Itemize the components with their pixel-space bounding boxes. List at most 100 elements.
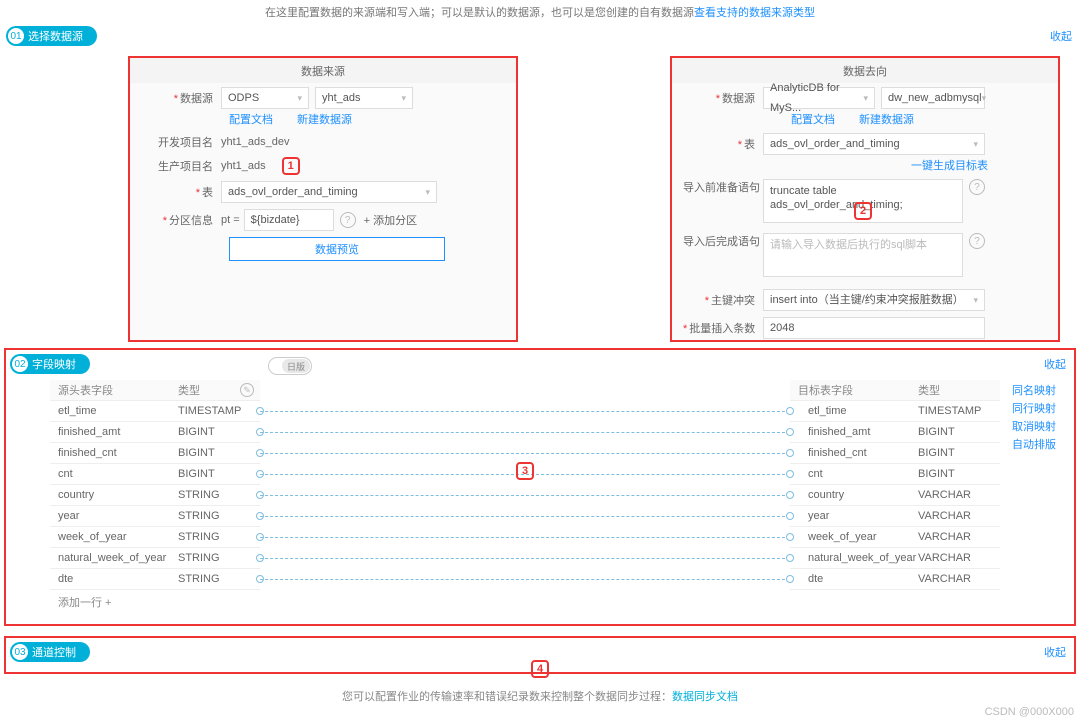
mapping-add-row[interactable]: 添加一行 + (50, 590, 260, 614)
connector-dot[interactable] (786, 407, 794, 415)
source-ds-name-select[interactable]: yht_ads▾ (315, 87, 413, 109)
chevron-down-icon: ▾ (425, 182, 430, 202)
field-type: VARCHAR (918, 573, 1000, 585)
connector-dot[interactable] (786, 491, 794, 499)
target-post-textarea[interactable]: 请输入导入数据后执行的sql脚本 (763, 233, 963, 277)
table-row[interactable]: countryVARCHAR (790, 485, 1000, 506)
source-link-cfg[interactable]: 配置文档 (229, 111, 273, 127)
action-cancel[interactable]: 取消映射 (1012, 418, 1060, 436)
chevron-down-icon: ▾ (863, 88, 868, 108)
mapping-line (260, 506, 790, 527)
source-devproj-val: yht1_ads_dev (221, 136, 290, 148)
top-hint-text: 在这里配置数据的来源端和写入端；可以是默认的数据源，也可以是您创建的自有数据源 (265, 7, 694, 19)
field-type: BIGINT (178, 447, 260, 459)
action-same-name[interactable]: 同名映射 (1012, 382, 1060, 400)
table-row[interactable]: yearVARCHAR (790, 506, 1000, 527)
bottom-hint-link[interactable]: 数据同步文档 (672, 691, 738, 703)
table-row[interactable]: finished_amtBIGINT (50, 422, 260, 443)
table-row[interactable]: finished_amtBIGINT (790, 422, 1000, 443)
field-name: country (58, 489, 178, 501)
source-ds-label: 数据源 (141, 90, 221, 106)
step-02-section: 02 字段映射 收起 日版 源头表字段 类型 ✎ etl_timeTIMESTA… (4, 348, 1076, 626)
target-batch-input[interactable]: 2048 (763, 317, 985, 339)
mapping-line (260, 548, 790, 569)
connector-dot[interactable] (786, 428, 794, 436)
source-ds-type-select[interactable]: ODPS▾ (221, 87, 309, 109)
target-link-gen[interactable]: 一键生成目标表 (911, 157, 988, 173)
help-icon[interactable]: ? (969, 179, 985, 195)
target-card: 数据去向 数据源 AnalyticDB for MyS...▾ dw_new_a… (670, 56, 1060, 342)
source-table-select[interactable]: ads_ovl_order_and_timing▾ (221, 181, 437, 203)
table-row[interactable]: yearSTRING (50, 506, 260, 527)
bottom-hint: 您可以配置作业的传输速率和错误纪录数来控制整个数据同步过程：数据同步文档 (0, 684, 1080, 706)
table-row[interactable]: natural_week_of_yearSTRING (50, 548, 260, 569)
step-02-collapse[interactable]: 收起 (1044, 356, 1070, 372)
right-head-name: 目标表字段 (798, 382, 918, 398)
field-type: STRING (178, 573, 260, 585)
step-02-num: 02 (12, 356, 28, 372)
source-preview-button[interactable]: 数据预览 (229, 237, 445, 261)
step-03-collapse[interactable]: 收起 (1044, 644, 1070, 660)
mapping-switch-label: 日版 (282, 359, 310, 373)
help-icon[interactable]: ? (969, 233, 985, 249)
source-part-add[interactable]: + 添加分区 (364, 212, 417, 228)
target-pre-textarea[interactable]: truncate table ads_ovl_order_and_timing;… (763, 179, 963, 223)
table-row[interactable]: week_of_yearSTRING (50, 527, 260, 548)
connector-dot[interactable] (786, 554, 794, 562)
step-01-header: 01 选择数据源 收起 (6, 26, 1076, 46)
mapping-connector: 3 (260, 380, 790, 614)
edit-icon[interactable]: ✎ (240, 383, 254, 397)
connector-dot[interactable] (786, 533, 794, 541)
mapping-line (260, 485, 790, 506)
field-name: dte (798, 573, 918, 585)
target-link-cfg[interactable]: 配置文档 (791, 111, 835, 127)
target-ds-name-select[interactable]: dw_new_adbmysql▾ (881, 87, 985, 109)
badge-1: 1 (282, 157, 300, 175)
action-auto-layout[interactable]: 自动排版 (1012, 436, 1060, 454)
connector-dot[interactable] (786, 470, 794, 478)
top-hint-link[interactable]: 查看支持的数据来源类型 (694, 7, 815, 19)
mapping-line (260, 401, 790, 422)
table-row[interactable]: dteVARCHAR (790, 569, 1000, 590)
mapping-left-table: 源头表字段 类型 ✎ etl_timeTIMESTAMPfinished_amt… (50, 380, 260, 614)
target-ds-type-select[interactable]: AnalyticDB for MyS...▾ (763, 87, 875, 109)
connector-dot[interactable] (786, 575, 794, 583)
target-link-new[interactable]: 新建数据源 (859, 111, 914, 127)
mapping-switch[interactable]: 日版 (268, 357, 312, 375)
field-name: year (798, 510, 918, 522)
table-row[interactable]: finished_cntBIGINT (50, 443, 260, 464)
source-part-input[interactable]: ${bizdate} (244, 209, 334, 231)
step-01-collapse[interactable]: 收起 (1050, 28, 1076, 44)
connector-dot[interactable] (786, 512, 794, 520)
table-row[interactable]: etl_timeTIMESTAMP (50, 401, 260, 422)
help-icon[interactable]: ? (340, 212, 356, 228)
table-row[interactable]: natural_week_of_yearVARCHAR (790, 548, 1000, 569)
action-same-row[interactable]: 同行映射 (1012, 400, 1060, 418)
table-row[interactable]: dteSTRING (50, 569, 260, 590)
source-devproj-label: 开发项目名 (141, 134, 221, 150)
field-name: finished_amt (798, 426, 918, 438)
field-type: BIGINT (918, 468, 1000, 480)
table-row[interactable]: etl_timeTIMESTAMP (790, 401, 1000, 422)
field-name: cnt (58, 468, 178, 480)
right-head-type: 类型 (918, 382, 1000, 398)
target-table-label: 表 (683, 136, 763, 152)
field-type: BIGINT (178, 426, 260, 438)
field-type: STRING (178, 489, 260, 501)
table-row[interactable]: cntBIGINT (50, 464, 260, 485)
field-name: natural_week_of_year (798, 552, 918, 564)
connector-dot[interactable] (786, 449, 794, 457)
target-table-select[interactable]: ads_ovl_order_and_timing▾ (763, 133, 985, 155)
target-pk-select[interactable]: insert into（当主键/约束冲突报脏数据）▾ (763, 289, 985, 311)
mapping-line (260, 569, 790, 590)
chevron-down-icon: ▾ (973, 134, 978, 154)
field-type: STRING (178, 552, 260, 564)
table-row[interactable]: finished_cntBIGINT (790, 443, 1000, 464)
table-row[interactable]: cntBIGINT (790, 464, 1000, 485)
source-link-new[interactable]: 新建数据源 (297, 111, 352, 127)
mapping-line (260, 443, 790, 464)
table-row[interactable]: week_of_yearVARCHAR (790, 527, 1000, 548)
badge-2: 2 (854, 202, 872, 220)
field-type: TIMESTAMP (918, 405, 1000, 417)
table-row[interactable]: countrySTRING (50, 485, 260, 506)
